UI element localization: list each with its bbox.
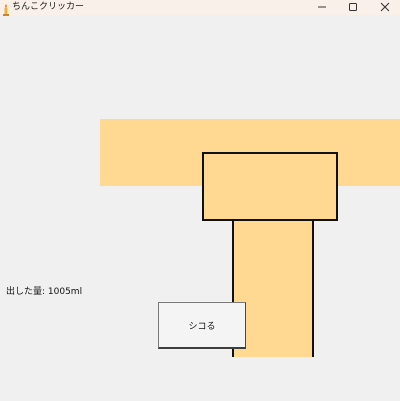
action-button[interactable]: シコる xyxy=(158,302,246,349)
head-shape xyxy=(202,152,338,221)
app-window: ちんこクリッカー 出した量: 1005ml シコる xyxy=(0,0,400,401)
title-bar[interactable]: ちんこクリッカー xyxy=(0,0,400,16)
candle-icon xyxy=(2,1,10,16)
close-button[interactable] xyxy=(370,0,400,15)
maximize-button[interactable] xyxy=(338,0,368,15)
window-title: ちんこクリッカー xyxy=(12,2,85,12)
maximize-icon xyxy=(349,3,357,11)
action-button-label: シコる xyxy=(188,321,216,332)
amount-label: 出した量: 1005ml xyxy=(6,287,83,297)
close-icon xyxy=(380,2,390,12)
minimize-button[interactable] xyxy=(307,0,337,15)
minimize-icon xyxy=(318,6,326,8)
